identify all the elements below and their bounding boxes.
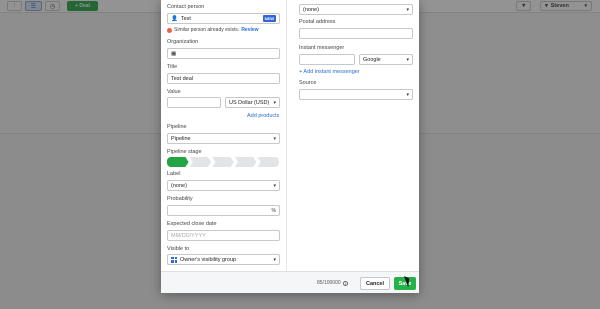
visible-to-value: Owner's visibility group	[180, 256, 237, 263]
column-divider	[286, 0, 287, 271]
pipeline-value: Pipeline	[171, 135, 191, 142]
pipeline-label: Pipeline	[167, 124, 187, 130]
percent-unit: %	[271, 207, 276, 214]
warning-text: Similar person already exists.	[174, 27, 240, 33]
contact-person-field[interactable]: 👤 Test NEW	[167, 13, 280, 24]
add-products-link[interactable]: Add products	[247, 113, 279, 119]
expected-close-date-label: Expected close date	[167, 221, 217, 227]
pipeline-stage-4[interactable]	[234, 157, 257, 167]
person-icon: 👤	[171, 15, 178, 22]
title-label: Title	[167, 64, 178, 70]
pipeline-stage-2[interactable]	[189, 157, 212, 167]
chevron-down-icon: ▾	[406, 56, 409, 63]
postal-address-input[interactable]	[299, 28, 413, 39]
instant-messenger-label: Instant messenger	[299, 45, 345, 51]
pipeline-select[interactable]: Pipeline ▾	[167, 133, 280, 144]
probability-label: Probability	[167, 196, 193, 202]
messenger-service-select[interactable]: Google ▾	[359, 54, 413, 65]
chevron-down-icon: ▾	[406, 6, 409, 13]
cancel-button[interactable]: Cancel	[360, 277, 390, 290]
new-badge: NEW	[262, 15, 276, 22]
expected-close-date-input[interactable]: MM/DD/YYYY	[167, 230, 280, 241]
modal-body: Contact person 👤 Test NEW Similar person…	[161, 0, 419, 271]
messenger-service-value: Google	[363, 56, 381, 63]
label-select[interactable]: (none) ▾	[167, 180, 280, 191]
currency-value: US Dollar (USD)	[229, 99, 270, 106]
warning-icon	[167, 27, 172, 33]
group-icon	[171, 256, 177, 263]
pipeline-stage-3[interactable]	[212, 157, 234, 167]
modal-footer: 85/100000 i Cancel Save	[161, 271, 419, 293]
value-label: Value	[167, 89, 181, 95]
instant-messenger-input[interactable]	[299, 54, 355, 65]
label-value: (none)	[171, 182, 187, 189]
chevron-down-icon: ▾	[273, 99, 276, 106]
visible-to-label: Visible to	[167, 246, 190, 252]
building-icon: ▦	[171, 50, 177, 57]
organization-field[interactable]: ▦	[167, 48, 280, 59]
contact-person-label: Contact person	[167, 4, 205, 10]
character-counter: 85/100000 i	[317, 280, 348, 286]
right-label-value: (none)	[303, 6, 319, 13]
pipeline-stage-5[interactable]	[257, 157, 279, 167]
contact-person-value: Test	[180, 15, 191, 22]
title-input[interactable]: Test deal	[167, 73, 280, 84]
add-instant-messenger-link[interactable]: + Add instant messenger	[299, 69, 360, 75]
pipeline-stage-label: Pipeline stage	[167, 149, 202, 155]
chevron-down-icon: ▾	[273, 135, 276, 142]
date-placeholder: MM/DD/YYYY	[171, 232, 206, 239]
postal-address-label: Postal address	[299, 19, 336, 25]
info-icon[interactable]: i	[342, 280, 348, 286]
label-field-label: Label	[167, 171, 181, 177]
visible-to-select[interactable]: Owner's visibility group ▾	[167, 254, 280, 265]
chevron-down-icon: ▾	[273, 256, 276, 263]
probability-input[interactable]: %	[167, 205, 280, 216]
source-label: Source	[299, 80, 317, 86]
pipeline-stage-selector[interactable]	[167, 157, 280, 167]
organization-label: Organization	[167, 39, 199, 45]
add-deal-modal: Contact person 👤 Test NEW Similar person…	[161, 0, 419, 293]
chevron-down-icon: ▾	[406, 91, 409, 98]
counter-value: 85/100000	[317, 280, 341, 286]
chevron-down-icon: ▾	[273, 182, 276, 189]
similar-person-warning: Similar person already exists. Review	[167, 27, 259, 33]
value-amount-input[interactable]	[167, 97, 221, 108]
right-label-select[interactable]: (none) ▾	[299, 4, 413, 15]
currency-select[interactable]: US Dollar (USD) ▾	[225, 97, 280, 108]
source-select[interactable]: ▾	[299, 89, 413, 100]
review-link[interactable]: Review	[241, 27, 258, 33]
pipeline-stage-1[interactable]	[167, 157, 189, 167]
